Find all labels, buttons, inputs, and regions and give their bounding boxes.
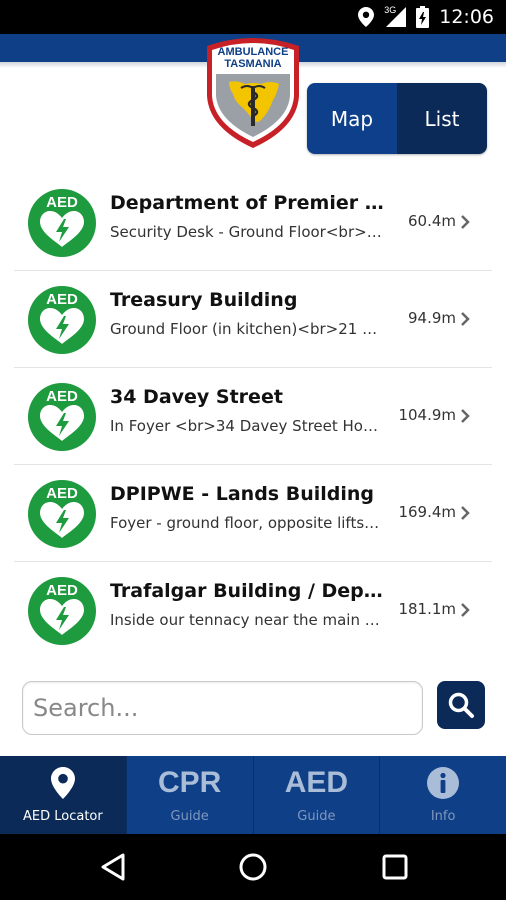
aed-location-subtitle: In Foyer <br>34 Davey Street Hobart <box>110 417 386 435</box>
list-item[interactable]: AED Department of Premier and... Securit… <box>14 174 492 271</box>
distance-label: 181.1m <box>398 600 456 618</box>
back-icon[interactable] <box>96 850 130 884</box>
aed-list: AED Department of Premier and... Securit… <box>14 174 492 659</box>
list-item[interactable]: AED DPIPWE - Lands Building Foyer - grou… <box>14 465 492 562</box>
list-item[interactable]: AED Trafalgar Building / Depart... Insid… <box>14 562 492 659</box>
chevron-right-icon <box>461 506 470 520</box>
battery-icon <box>416 6 430 28</box>
clock: 12:06 <box>439 6 494 28</box>
aed-location-subtitle: Foyer - ground floor, opposite lifts<... <box>110 514 386 532</box>
list-button[interactable]: List <box>397 83 487 154</box>
logo-text-ambulance: AMBULANCE <box>217 46 289 58</box>
recents-icon[interactable] <box>378 850 412 884</box>
aed-location-title: Department of Premier and... <box>110 192 386 214</box>
list-item[interactable]: AED Treasury Building Ground Floor (in k… <box>14 271 492 368</box>
chevron-right-icon <box>461 603 470 617</box>
android-nav-bar <box>0 834 506 900</box>
tab-icon-wrap <box>427 764 460 802</box>
aed-badge-text: AED <box>46 485 78 502</box>
signal-icon: 3G <box>384 5 407 27</box>
aed-location-subtitle: Ground Floor (in kitchen)<br>21 Mur... <box>110 320 386 338</box>
aed-badge-text: AED <box>46 388 78 405</box>
status-bar: 3G 12:06 <box>0 0 506 34</box>
tab-aed-guide[interactable]: AED Guide <box>254 756 381 834</box>
map-button[interactable]: Map <box>307 83 397 154</box>
tab-label: Guide <box>170 809 209 824</box>
aed-heart-icon: AED <box>28 383 96 451</box>
tab-aed-locator[interactable]: AED Locator <box>0 756 127 834</box>
aed-location-title: Treasury Building <box>110 289 298 311</box>
list-item[interactable]: AED 34 Davey Street In Foyer <br>34 Dave… <box>14 368 492 465</box>
tab-label: Info <box>430 809 456 824</box>
map-list-toggle: Map List <box>307 83 487 154</box>
aed-heart-icon: AED <box>28 286 96 354</box>
ambulance-tasmania-logo: AMBULANCE TASMANIA <box>201 36 305 150</box>
search-icon <box>448 692 474 718</box>
tab-big-text: CPR <box>157 766 222 799</box>
tab-icon-wrap <box>50 764 75 802</box>
tab-big-text: AED <box>284 766 349 799</box>
distance-label: 94.9m <box>407 309 456 327</box>
aed-badge-text: AED <box>46 194 78 211</box>
tab-label: Guide <box>297 809 336 824</box>
distance-label: 169.4m <box>398 503 456 521</box>
aed-heart-icon: AED <box>28 577 96 645</box>
home-icon[interactable] <box>236 850 270 884</box>
search-button[interactable] <box>437 681 485 729</box>
distance-label: 60.4m <box>407 212 456 230</box>
search-box <box>22 681 423 735</box>
tab-cpr-guide[interactable]: CPR Guide <box>127 756 254 834</box>
location-pin-icon <box>50 767 75 799</box>
tab-info[interactable]: Info <box>380 756 506 834</box>
distance-label: 104.9m <box>398 406 456 424</box>
chevron-right-icon <box>461 312 470 326</box>
location-status-icon <box>358 7 375 27</box>
logo-text-tasmania: TASMANIA <box>224 58 282 70</box>
aed-location-subtitle: Inside our tennacy near the main e... <box>110 611 386 629</box>
aed-badge-text: AED <box>46 291 78 308</box>
info-icon <box>427 767 460 799</box>
tab-label: AED Locator <box>23 809 103 824</box>
aed-badge-text: AED <box>46 582 78 599</box>
search-input[interactable] <box>23 682 422 734</box>
aed-heart-icon: AED <box>28 480 96 548</box>
aed-location-title: Trafalgar Building / Depart... <box>110 580 386 602</box>
aed-location-title: 34 Davey Street <box>110 386 283 408</box>
bottom-tab-bar: AED Locator CPR Guide AED Guide Info <box>0 756 506 834</box>
aed-location-title: DPIPWE - Lands Building <box>110 483 374 505</box>
chevron-right-icon <box>461 215 470 229</box>
aed-location-subtitle: Security Desk - Ground Floor<br>15... <box>110 223 386 241</box>
aed-heart-icon: AED <box>28 189 96 257</box>
chevron-right-icon <box>461 409 470 423</box>
